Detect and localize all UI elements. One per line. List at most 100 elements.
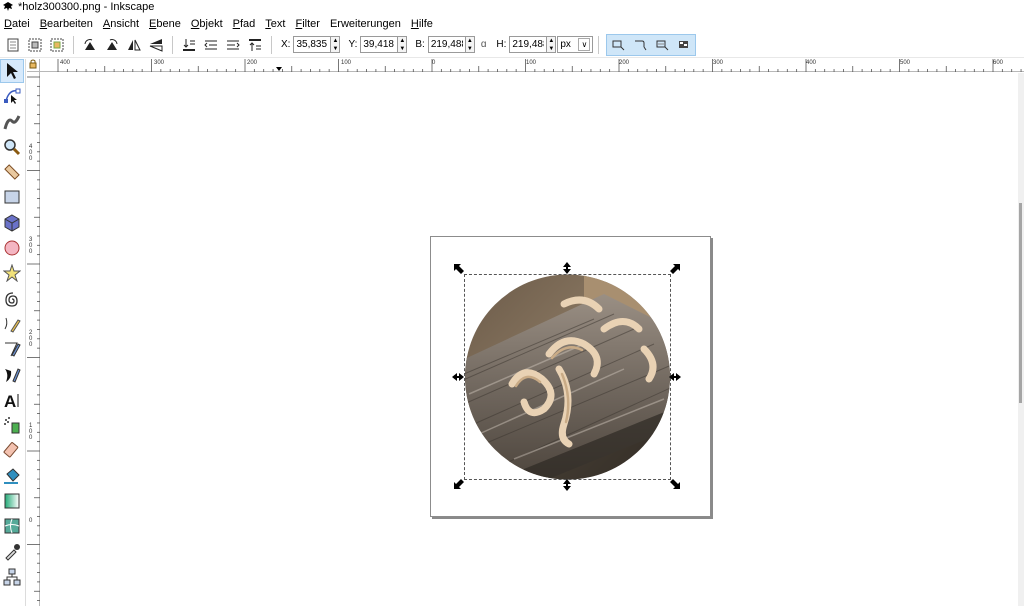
rectangle-tool-icon[interactable] xyxy=(0,185,24,209)
flip-vertical-icon[interactable] xyxy=(146,35,166,55)
ruler-label: 200 xyxy=(247,60,258,66)
connector-tool-icon[interactable] xyxy=(0,565,24,589)
width-stepper-icon[interactable]: ▲ ▼ xyxy=(465,36,475,53)
menu-objekt[interactable]: Objekt xyxy=(186,18,228,30)
horizontal-ruler[interactable]: 400 300 200 100 0 100 200 300 400 500 60… xyxy=(40,59,1024,72)
tweak-tool-icon[interactable] xyxy=(0,110,24,134)
ruler-label: 3 0 0 xyxy=(29,237,33,255)
menu-hilfe[interactable]: Hilfe xyxy=(406,18,438,30)
move-gradients-icon[interactable] xyxy=(652,34,673,55)
y-input[interactable] xyxy=(360,36,399,53)
lock-ratio-icon[interactable]: ɑ xyxy=(481,39,487,50)
dropper-tool-icon[interactable] xyxy=(0,540,24,564)
spiral-tool-icon[interactable] xyxy=(0,287,24,311)
ruler-cursor-marker xyxy=(276,67,282,71)
menu-ebene[interactable]: Ebene xyxy=(144,18,186,30)
x-spinbox[interactable]: ▲▼ xyxy=(293,36,341,53)
ruler-label: 0 xyxy=(432,60,436,66)
rotate-cw-icon[interactable] xyxy=(102,35,122,55)
measure-tool-icon[interactable] xyxy=(0,160,24,184)
selector-tool-icon[interactable] xyxy=(0,59,24,83)
scale-handle-bottom-left-icon[interactable] xyxy=(453,478,465,490)
scale-handle-top-right-icon[interactable] xyxy=(669,263,681,275)
b-label: B: xyxy=(415,39,425,50)
window-title: *holz300300.png - Inkscape xyxy=(18,1,155,13)
scale-handle-top-left-icon[interactable] xyxy=(453,263,465,275)
lower-to-bottom-icon[interactable] xyxy=(179,35,199,55)
raise-to-top-icon[interactable] xyxy=(245,35,265,55)
spray-tool-icon[interactable] xyxy=(0,413,24,437)
eraser-tool-icon[interactable] xyxy=(0,438,24,462)
scale-corners-icon[interactable] xyxy=(630,34,651,55)
unit-dropdown[interactable]: px ∨ xyxy=(557,36,594,53)
menu-datei[interactable]: Datei xyxy=(0,18,35,30)
height-spinbox[interactable]: ▲▼ xyxy=(509,36,557,53)
3d-box-tool-icon[interactable] xyxy=(0,211,24,235)
gradient-tool-icon[interactable] xyxy=(0,489,24,513)
transform-affect-group xyxy=(606,33,697,56)
scale-handle-left-icon[interactable] xyxy=(452,371,464,383)
menu-text[interactable]: Text xyxy=(260,18,290,30)
menu-bearbeiten[interactable]: Bearbeiten xyxy=(35,18,98,30)
node-tool-icon[interactable] xyxy=(0,84,24,108)
ruler-label: 400 xyxy=(60,60,71,66)
y-spinbox[interactable]: ▲▼ xyxy=(360,36,408,53)
ruler-label: 300 xyxy=(713,60,724,66)
y-stepper-icon[interactable]: ▲ ▼ xyxy=(398,36,408,53)
paint-bucket-tool-icon[interactable] xyxy=(0,464,24,488)
ellipse-tool-icon[interactable] xyxy=(0,236,24,260)
scale-handle-bottom-icon[interactable] xyxy=(561,479,573,491)
scale-handle-right-icon[interactable] xyxy=(669,371,681,383)
x-input[interactable] xyxy=(293,36,332,53)
zoom-tool-icon[interactable] xyxy=(0,135,24,159)
x-stepper-icon[interactable]: ▲ ▼ xyxy=(331,36,341,53)
ruler-label: 2 0 0 xyxy=(29,330,33,348)
height-stepper-icon[interactable]: ▲ ▼ xyxy=(547,36,557,53)
rotate-ccw-icon[interactable] xyxy=(80,35,100,55)
move-patterns-icon[interactable] xyxy=(674,34,695,55)
raise-icon[interactable] xyxy=(223,35,243,55)
width-spinbox[interactable]: ▲▼ xyxy=(427,36,475,53)
flip-horizontal-icon[interactable] xyxy=(124,35,144,55)
star-tool-icon[interactable] xyxy=(0,261,24,285)
menu-pfad[interactable]: Pfad xyxy=(228,18,261,30)
pen-tool-icon[interactable] xyxy=(0,337,24,361)
ruler-label: 1 0 0 xyxy=(29,423,33,441)
ruler-label: 200 xyxy=(619,60,630,66)
mesh-tool-icon[interactable] xyxy=(0,514,24,538)
selection-bounding-box xyxy=(464,274,671,480)
y-label: Y: xyxy=(348,39,358,50)
width-input[interactable] xyxy=(427,36,466,53)
h-label: H: xyxy=(496,39,507,50)
menu-filter[interactable]: Filter xyxy=(290,18,324,30)
scale-stroke-icon[interactable] xyxy=(608,34,629,55)
ruler-label: 500 xyxy=(900,60,911,66)
lower-icon[interactable] xyxy=(201,35,221,55)
svg-text:A: A xyxy=(4,392,16,409)
separator xyxy=(73,35,74,54)
ruler-label: 600 xyxy=(993,60,1004,66)
x-label: X: xyxy=(281,39,291,50)
toolbox: A xyxy=(0,59,26,606)
select-all-layers-icon[interactable] xyxy=(25,35,45,55)
select-all-icon[interactable] xyxy=(3,35,23,55)
text-tool-icon[interactable]: A xyxy=(0,388,24,412)
menu-erweiterungen[interactable]: Erweiterungen xyxy=(325,18,406,30)
chevron-down-icon[interactable]: ∨ xyxy=(578,38,591,51)
height-input[interactable] xyxy=(509,36,548,53)
ruler-label: 300 xyxy=(154,60,165,66)
pencil-tool-icon[interactable] xyxy=(0,312,24,336)
scale-handle-top-icon[interactable] xyxy=(561,262,573,274)
separator xyxy=(271,35,272,54)
ruler-label: 0 xyxy=(29,518,33,524)
tool-controls-bar: X: ▲▼ Y: ▲▼ B: ▲▼ ɑ H: ▲▼ px ∨ xyxy=(0,32,1024,58)
scrollbar-thumb[interactable] xyxy=(1019,203,1022,403)
vertical-scrollbar[interactable] xyxy=(1018,73,1024,606)
menu-ansicht[interactable]: Ansicht xyxy=(98,18,144,30)
menu-bar: Datei Bearbeiten Ansicht Ebene Objekt Pf… xyxy=(0,15,1024,32)
scale-handle-bottom-right-icon[interactable] xyxy=(669,478,681,490)
vertical-ruler[interactable]: 4 0 0 3 0 0 2 0 0 1 0 0 0 xyxy=(27,72,40,606)
deselect-icon[interactable] xyxy=(47,35,67,55)
unit-value: px xyxy=(560,39,571,50)
calligraphy-tool-icon[interactable] xyxy=(0,363,24,387)
